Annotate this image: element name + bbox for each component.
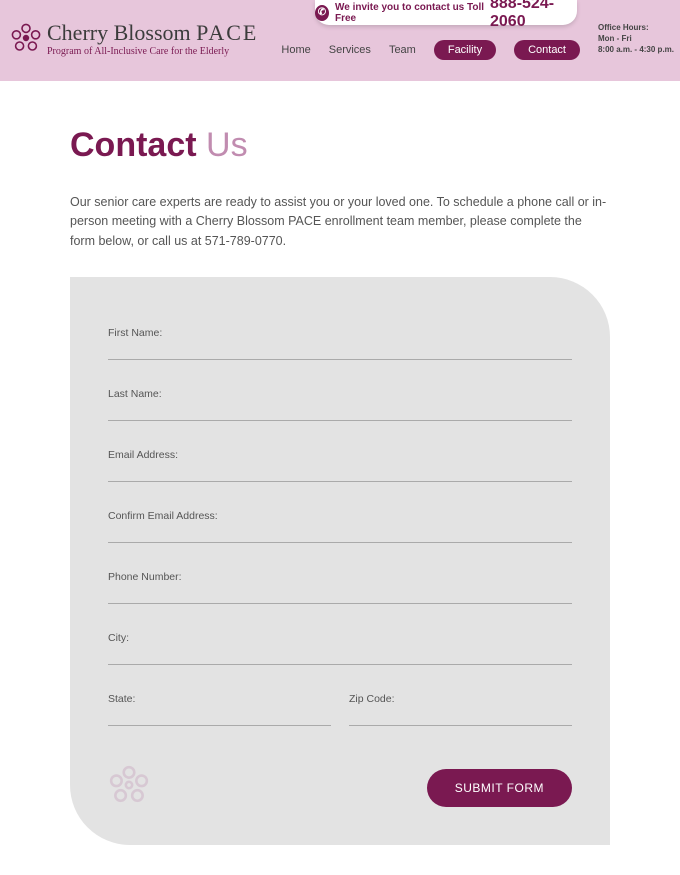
nav-team[interactable]: Team	[389, 44, 416, 56]
phone-icon: ✆	[315, 5, 329, 21]
first-name-field[interactable]	[108, 340, 572, 360]
nav-contact[interactable]: Contact	[514, 40, 580, 60]
tollfree-invite: We invite you to contact us Toll Free	[335, 2, 486, 24]
label-zip: Zip Code:	[349, 693, 572, 705]
hours-label: Office Hours:	[598, 22, 674, 33]
tollfree-number: 888-524-2060	[490, 0, 577, 31]
nav-home[interactable]: Home	[281, 44, 310, 56]
tollfree-banner[interactable]: ✆ We invite you to contact us Toll Free …	[315, 0, 577, 25]
page-intro: Our senior care experts are ready to ass…	[70, 193, 610, 251]
label-last-name: Last Name:	[108, 388, 572, 400]
brand-tagline: Program of All-Inclusive Care for the El…	[47, 46, 258, 57]
blossom-icon	[10, 22, 42, 59]
nav-services[interactable]: Services	[329, 44, 371, 56]
brand-name: Cherry Blossom PACE	[47, 22, 258, 44]
zip-field[interactable]	[349, 706, 572, 726]
email-field[interactable]	[108, 462, 572, 482]
submit-form-button[interactable]: SUBMIT FORM	[427, 769, 572, 807]
page-title: Contact Us	[70, 126, 610, 165]
phone-field[interactable]	[108, 584, 572, 604]
label-city: City:	[108, 632, 572, 644]
page-content: Contact Us Our senior care experts are r…	[70, 81, 610, 875]
label-first-name: First Name:	[108, 327, 572, 339]
label-email: Email Address:	[108, 449, 572, 461]
blossom-watermark-icon	[108, 764, 150, 811]
last-name-field[interactable]	[108, 401, 572, 421]
brand-logo[interactable]: Cherry Blossom PACE Program of All-Inclu…	[10, 22, 258, 59]
city-field[interactable]	[108, 645, 572, 665]
state-field[interactable]	[108, 706, 331, 726]
header-band: Cherry Blossom PACE Program of All-Inclu…	[0, 0, 680, 81]
office-hours: Office Hours: Mon - Fri 8:00 a.m. - 4:30…	[598, 22, 674, 56]
main-nav: Home Services Team Facility Contact	[281, 40, 580, 60]
label-phone: Phone Number:	[108, 571, 572, 583]
hours-time: 8:00 a.m. - 4:30 p.m.	[598, 44, 674, 55]
confirm-email-field[interactable]	[108, 523, 572, 543]
nav-facility[interactable]: Facility	[434, 40, 496, 60]
hours-days: Mon - Fri	[598, 33, 674, 44]
label-state: State:	[108, 693, 331, 705]
contact-form-card: First Name: Last Name: Email Address: Co…	[70, 277, 610, 845]
label-confirm-email: Confirm Email Address:	[108, 510, 572, 522]
